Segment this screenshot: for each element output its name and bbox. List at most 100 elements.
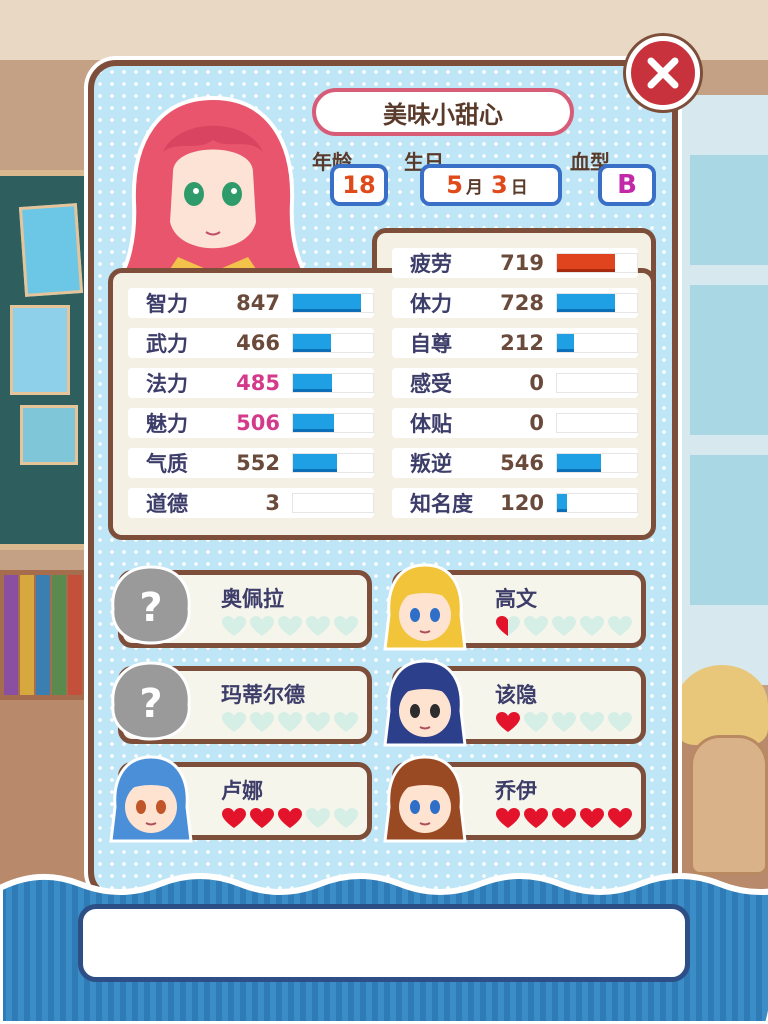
heart-empty-icon	[306, 712, 330, 732]
stat-bar-fill	[293, 294, 361, 312]
window-pane	[690, 155, 768, 265]
stat-bar	[292, 293, 374, 313]
stat-bar	[292, 453, 374, 473]
stat-row-right-1: 体力 728	[392, 288, 638, 318]
stat-bar	[292, 373, 374, 393]
stat-label: 智力	[146, 292, 188, 316]
age-box: 18	[330, 164, 388, 206]
blood-type-value: B	[617, 170, 637, 200]
heart-half-icon	[496, 616, 520, 636]
stat-row-right-3: 感受 0	[392, 368, 638, 398]
affection-hearts	[495, 807, 633, 829]
window	[672, 95, 768, 685]
stat-bar	[556, 293, 638, 313]
blonde-boy-avatar	[383, 563, 467, 651]
relation-name: 卢娜	[221, 779, 263, 803]
relation-card[interactable]: 高文	[383, 563, 646, 651]
heart-full-icon	[580, 808, 604, 828]
stat-bar-fill	[557, 454, 601, 472]
heart-empty-icon	[222, 712, 246, 732]
stat-bar	[556, 453, 638, 473]
stat-value: 120	[500, 491, 544, 515]
book	[20, 575, 34, 695]
stat-bar	[292, 333, 374, 353]
unknown-character-icon: ?	[111, 565, 191, 645]
heart-full-icon	[250, 808, 274, 828]
age-value: 18	[342, 171, 376, 199]
stat-bar-fill	[557, 294, 616, 312]
message-box[interactable]	[78, 904, 690, 982]
stat-bar-fill	[557, 254, 615, 272]
book	[52, 575, 66, 695]
stat-label: 疲劳	[410, 252, 452, 276]
basket	[690, 735, 768, 875]
heart-empty-icon	[250, 616, 274, 636]
stat-row-left-3: 魅力 506	[128, 408, 374, 438]
book	[36, 575, 50, 695]
window-pane	[690, 455, 768, 605]
affection-hearts	[221, 711, 359, 733]
heart-empty-icon	[580, 616, 604, 636]
blood-type-box: B	[598, 164, 656, 206]
stat-row-right-6: 知名度 120	[392, 488, 638, 518]
stat-bar-fill	[557, 334, 574, 352]
heart-full-icon	[278, 808, 302, 828]
stat-value: 847	[236, 291, 280, 315]
stat-bar	[556, 253, 638, 273]
heart-empty-icon	[334, 616, 358, 636]
stat-label: 武力	[146, 332, 188, 356]
stat-row-right-0: 疲劳 719	[392, 248, 638, 278]
stat-label: 体贴	[410, 412, 452, 436]
stat-value: 3	[265, 491, 280, 515]
heart-empty-icon	[250, 712, 274, 732]
stat-label: 自尊	[410, 332, 452, 356]
relation-card[interactable]: 卢娜	[109, 755, 372, 843]
wall-picture	[20, 405, 78, 465]
relation-name: 玛蒂尔德	[221, 683, 305, 707]
heart-full-icon	[552, 808, 576, 828]
wall-picture	[18, 203, 84, 297]
book	[4, 575, 18, 695]
svg-text:?: ?	[139, 681, 162, 727]
day-unit: 日	[510, 177, 528, 198]
stat-value: 485	[236, 371, 280, 395]
relation-name: 该隐	[495, 683, 537, 707]
blue-hair-girl-avatar	[109, 755, 193, 843]
stat-bar	[556, 333, 638, 353]
relation-name: 奥佩拉	[221, 587, 284, 611]
heart-full-icon	[496, 808, 520, 828]
heart-empty-icon	[608, 712, 632, 732]
close-icon	[647, 57, 679, 89]
stat-label: 叛逆	[410, 452, 452, 476]
birthday-box: 5 月 3 日	[420, 164, 562, 206]
stat-row-left-5: 道德 3	[128, 488, 374, 518]
stat-value: 719	[500, 251, 544, 275]
close-button[interactable]	[626, 36, 700, 110]
heart-full-icon	[524, 808, 548, 828]
stat-row-left-2: 法力 485	[128, 368, 374, 398]
stat-label: 魅力	[146, 412, 188, 436]
stat-label: 道德	[146, 492, 188, 516]
affection-hearts	[221, 807, 359, 829]
relation-name: 高文	[495, 587, 537, 611]
heart-empty-icon	[580, 712, 604, 732]
stat-row-left-4: 气质 552	[128, 448, 374, 478]
heart-full-icon	[496, 712, 520, 732]
relation-card[interactable]: 乔伊	[383, 755, 646, 843]
stat-row-left-0: 智力 847	[128, 288, 374, 318]
relation-card[interactable]: 该隐	[383, 659, 646, 747]
book	[68, 575, 82, 695]
relation-card[interactable]: ? 奥佩拉	[111, 565, 372, 648]
relation-card[interactable]: ? 玛蒂尔德	[111, 661, 372, 744]
heart-empty-icon	[334, 808, 358, 828]
character-name: 美味小甜心	[383, 100, 503, 129]
stat-row-left-1: 武力 466	[128, 328, 374, 358]
stat-value: 506	[236, 411, 280, 435]
stat-bar-fill	[557, 494, 567, 512]
svg-text:?: ?	[139, 585, 162, 631]
affection-hearts	[495, 711, 633, 733]
birth-day: 3	[491, 171, 508, 199]
unknown-character-icon: ?	[111, 661, 191, 741]
stat-label: 感受	[410, 372, 452, 396]
window-pane	[690, 285, 768, 435]
